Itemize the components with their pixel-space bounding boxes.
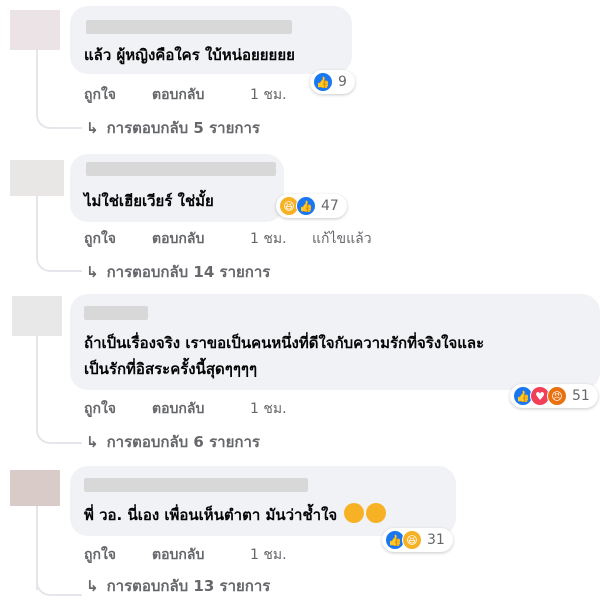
timestamp[interactable]: 1 ชม. xyxy=(250,84,287,106)
laughing-emoji-icon xyxy=(344,503,365,523)
thread-connector xyxy=(36,105,82,129)
thread-line xyxy=(36,336,38,428)
avatar[interactable] xyxy=(10,10,60,50)
replies-label: การตอบกลับ 5 รายการ xyxy=(106,119,260,137)
comment-2: ไม่ใช่เฮียเวียร์ ใช่มั้ย 😆 👍 47 ถูกใจ ตอ… xyxy=(0,150,600,290)
haha-icon: 😆 xyxy=(402,530,422,550)
comment-text: ไม่ใช่เฮียเวียร์ ใช่มั้ย xyxy=(84,192,214,210)
replies-label: การตอบกลับ 13 รายการ xyxy=(106,577,271,595)
thread-line xyxy=(36,196,38,254)
reaction-count: 47 xyxy=(321,198,339,214)
timestamp[interactable]: 1 ชม. xyxy=(250,544,287,566)
laughing-emoji-icon xyxy=(366,503,387,523)
like-link[interactable]: ถูกใจ xyxy=(84,398,116,420)
thread-connector xyxy=(36,572,82,596)
comment-bubble: พี่ วอ. นี่เอง เพื่อนเห็นตำตา มันว่าช้ำใ… xyxy=(70,466,456,536)
like-link[interactable]: ถูกใจ xyxy=(84,84,116,106)
comment-text: แล้ว ผู้หญิงคือใคร ใบ้หน่อยยยยย xyxy=(84,46,295,64)
like-icon: 👍 xyxy=(313,72,333,92)
reaction-summary[interactable]: 👍 😆 31 xyxy=(382,528,453,552)
like-link[interactable]: ถูกใจ xyxy=(84,544,116,566)
thread-connector xyxy=(36,420,82,444)
reaction-summary[interactable]: 😆 👍 47 xyxy=(276,194,347,218)
like-link[interactable]: ถูกใจ xyxy=(84,228,116,250)
comment-bubble: แล้ว ผู้หญิงคือใคร ใบ้หน่อยยยยย xyxy=(70,6,352,74)
comment-text-content: พี่ วอ. นี่เอง เพื่อนเห็นตำตา มันว่าช้ำใ… xyxy=(84,506,338,524)
replies-label: การตอบกลับ 14 รายการ xyxy=(106,263,271,281)
view-replies-link[interactable]: ↳ การตอบกลับ 6 รายการ xyxy=(86,430,260,454)
reaction-count: 9 xyxy=(338,74,347,90)
timestamp[interactable]: 1 ชม. xyxy=(250,228,287,250)
comment-bubble: ถ้าเป็นเรื่องจริง เราขอเป็นคนหนึ่งที่ดีใ… xyxy=(70,294,600,390)
comment-3: ถ้าเป็นเรื่องจริง เราขอเป็นคนหนึ่งที่ดีใ… xyxy=(0,290,600,460)
like-icon: 👍 xyxy=(296,196,316,216)
edited-label[interactable]: แก้ไขแล้ว xyxy=(312,228,372,250)
reaction-summary[interactable]: 👍 9 xyxy=(310,70,355,94)
angry-icon: 😠 xyxy=(547,386,567,406)
reply-link[interactable]: ตอบกลับ xyxy=(152,228,204,250)
thread-line xyxy=(36,50,38,110)
comment-bubble: ไม่ใช่เฮียเวียร์ ใช่มั้ย xyxy=(70,154,284,222)
reply-link[interactable]: ตอบกลับ xyxy=(152,544,204,566)
timestamp[interactable]: 1 ชม. xyxy=(250,398,287,420)
reply-link[interactable]: ตอบกลับ xyxy=(152,84,204,106)
view-replies-link[interactable]: ↳ การตอบกลับ 13 รายการ xyxy=(86,574,270,598)
view-replies-link[interactable]: ↳ การตอบกลับ 14 รายการ xyxy=(86,260,270,284)
commenter-name[interactable] xyxy=(86,20,292,34)
avatar[interactable] xyxy=(10,470,60,506)
view-replies-link[interactable]: ↳ การตอบกลับ 5 รายการ xyxy=(86,116,260,140)
comment-1: แล้ว ผู้หญิงคือใคร ใบ้หน่อยยยยย 👍 9 ถูกใ… xyxy=(0,0,600,150)
commenter-name[interactable] xyxy=(84,306,148,320)
commenter-name[interactable] xyxy=(84,478,308,492)
reply-arrow-icon: ↳ xyxy=(86,263,99,281)
replies-label: การตอบกลับ 6 รายการ xyxy=(106,433,260,451)
commenter-name[interactable] xyxy=(86,162,276,176)
reaction-summary[interactable]: 👍 ♥ 😠 51 xyxy=(510,384,598,408)
comment-text: พี่ วอ. นี่เอง เพื่อนเห็นตำตา มันว่าช้ำใ… xyxy=(84,502,387,528)
thread-connector xyxy=(36,248,82,272)
comment-text: ถ้าเป็นเรื่องจริง เราขอเป็นคนหนึ่งที่ดีใ… xyxy=(84,334,485,378)
reaction-count: 31 xyxy=(427,532,445,548)
comment-4: พี่ วอ. นี่เอง เพื่อนเห็นตำตา มันว่าช้ำใ… xyxy=(0,460,600,608)
reply-arrow-icon: ↳ xyxy=(86,433,99,451)
reply-arrow-icon: ↳ xyxy=(86,119,99,137)
reply-arrow-icon: ↳ xyxy=(86,577,99,595)
avatar[interactable] xyxy=(10,160,64,196)
reply-link[interactable]: ตอบกลับ xyxy=(152,398,204,420)
avatar[interactable] xyxy=(12,296,62,336)
reaction-count: 51 xyxy=(572,388,590,404)
